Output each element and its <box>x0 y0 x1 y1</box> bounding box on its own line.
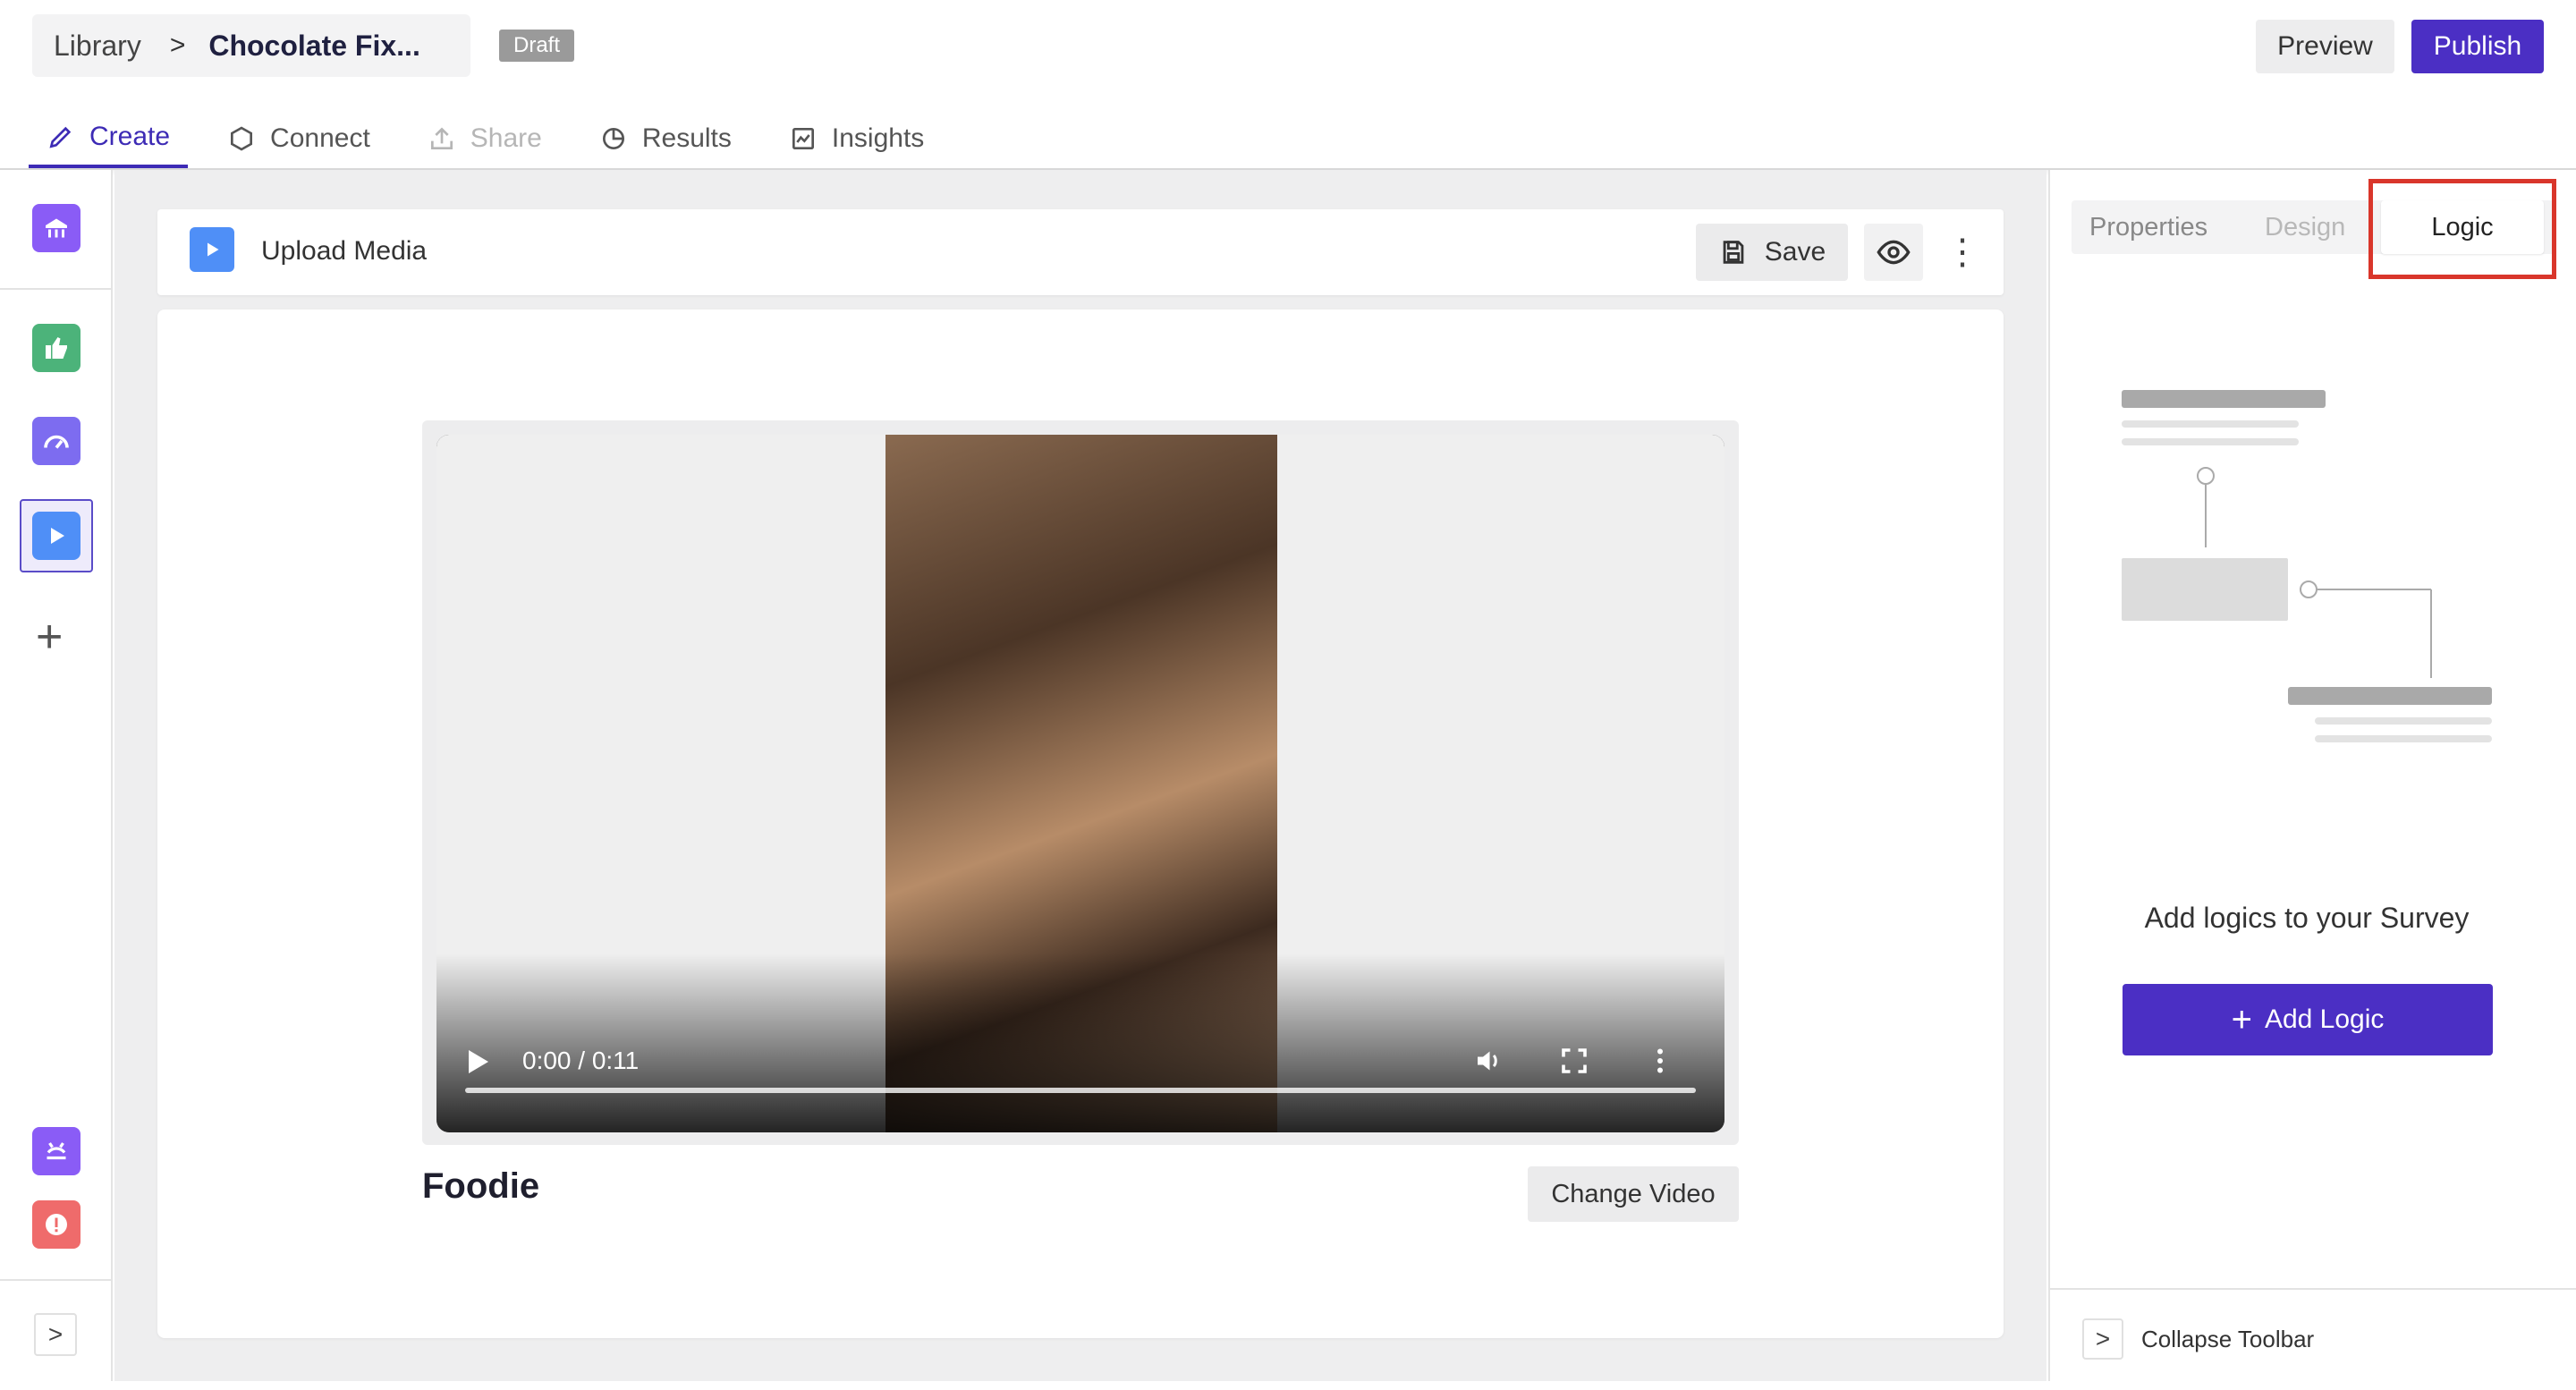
video-controls-overlay <box>436 954 1724 1132</box>
thumbs-up-icon <box>46 337 67 359</box>
nav-tabs: Create Connect Share Results Insights <box>29 109 963 170</box>
question-type-label: Upload Media <box>261 236 428 266</box>
collapse-toolbar-button[interactable]: > <box>2082 1318 2123 1360</box>
expand-rail-button[interactable]: > <box>34 1313 77 1356</box>
preview-question-button[interactable] <box>1864 224 1923 281</box>
tab-results-label: Results <box>641 123 732 153</box>
video-icon <box>208 242 219 257</box>
eye-icon <box>1877 240 1911 265</box>
fullscreen-icon[interactable] <box>1558 1045 1590 1077</box>
upload-icon <box>430 127 453 149</box>
save-icon <box>1723 241 1744 264</box>
thank-you-icon <box>47 1142 66 1160</box>
question-type-badge <box>190 227 234 272</box>
breadcrumb-library-link[interactable]: Library <box>54 30 141 63</box>
logic-tab-highlight <box>2368 179 2556 279</box>
tab-connect[interactable]: Connect <box>209 109 388 168</box>
add-logic-label: Add Logic <box>2264 1004 2385 1034</box>
logic-empty-message: Add logics to your Survey <box>2144 902 2470 934</box>
add-question-button[interactable]: + <box>36 614 63 660</box>
video-icon <box>51 528 64 544</box>
tab-create-label: Create <box>89 122 171 151</box>
volume-icon[interactable] <box>1472 1045 1504 1077</box>
plus-icon: + <box>2231 1000 2252 1039</box>
line-chart-icon <box>792 128 814 149</box>
question-item-nps[interactable] <box>32 417 80 465</box>
logic-flow-illustration <box>2122 390 2492 742</box>
tab-insights[interactable]: Insights <box>771 109 942 168</box>
question-toolbar: Upload Media Save ⋮ <box>157 209 2004 295</box>
status-badge: Draft <box>499 30 575 62</box>
survey-title[interactable]: Chocolate Fix... <box>208 30 419 63</box>
thank-you-item[interactable] <box>32 1127 80 1175</box>
tab-connect-label: Connect <box>270 123 370 153</box>
question-rail: + <box>0 170 113 1381</box>
top-header: Library > Chocolate Fix... Draft Preview… <box>0 0 2576 170</box>
tab-results[interactable]: Results <box>581 109 750 168</box>
hexagon-icon <box>231 126 253 151</box>
disqualify-item[interactable] <box>32 1200 80 1249</box>
rail-divider-bottom <box>0 1279 113 1281</box>
question-title[interactable]: Foodie <box>422 1166 539 1207</box>
rail-divider <box>0 288 113 290</box>
tab-share-label: Share <box>470 123 542 153</box>
save-button-label: Save <box>1764 237 1826 267</box>
play-icon[interactable] <box>469 1050 488 1073</box>
pencil-icon <box>49 126 72 148</box>
save-button[interactable]: Save <box>1696 224 1848 281</box>
settings-panel <box>2048 170 2576 1381</box>
pie-chart-icon <box>602 128 624 149</box>
publish-button[interactable]: Publish <box>2411 20 2544 73</box>
preview-button[interactable]: Preview <box>2256 20 2394 73</box>
tab-design[interactable]: Design <box>2265 200 2345 254</box>
tab-create[interactable]: Create <box>29 109 189 168</box>
collapse-toolbar-label[interactable]: Collapse Toolbar <box>2141 1326 2314 1353</box>
add-logic-button[interactable]: + Add Logic <box>2123 984 2493 1055</box>
welcome-screen-item[interactable] <box>32 204 80 252</box>
video-more-icon[interactable] <box>1644 1045 1676 1077</box>
question-item-video[interactable] <box>32 512 80 560</box>
video-player[interactable]: 0:00 / 0:11 <box>436 435 1724 1132</box>
welcome-screen-icon <box>46 218 67 238</box>
change-video-button[interactable]: Change Video <box>1528 1166 1739 1222</box>
more-options-button[interactable]: ⋮ <box>1937 224 1987 281</box>
breadcrumb: Library > Chocolate Fix... <box>32 14 470 77</box>
question-item-rating[interactable] <box>32 324 80 372</box>
tab-insights-label: Insights <box>831 123 925 153</box>
tab-share[interactable]: Share <box>410 109 560 168</box>
alert-icon <box>46 1214 67 1235</box>
chevron-right-icon: > <box>169 30 186 60</box>
panel-footer-divider <box>2048 1288 2576 1290</box>
gauge-icon <box>44 435 69 449</box>
video-progress-bar[interactable] <box>465 1088 1696 1093</box>
video-time: 0:00 / 0:11 <box>522 1047 640 1074</box>
tab-properties[interactable]: Properties <box>2089 200 2207 254</box>
